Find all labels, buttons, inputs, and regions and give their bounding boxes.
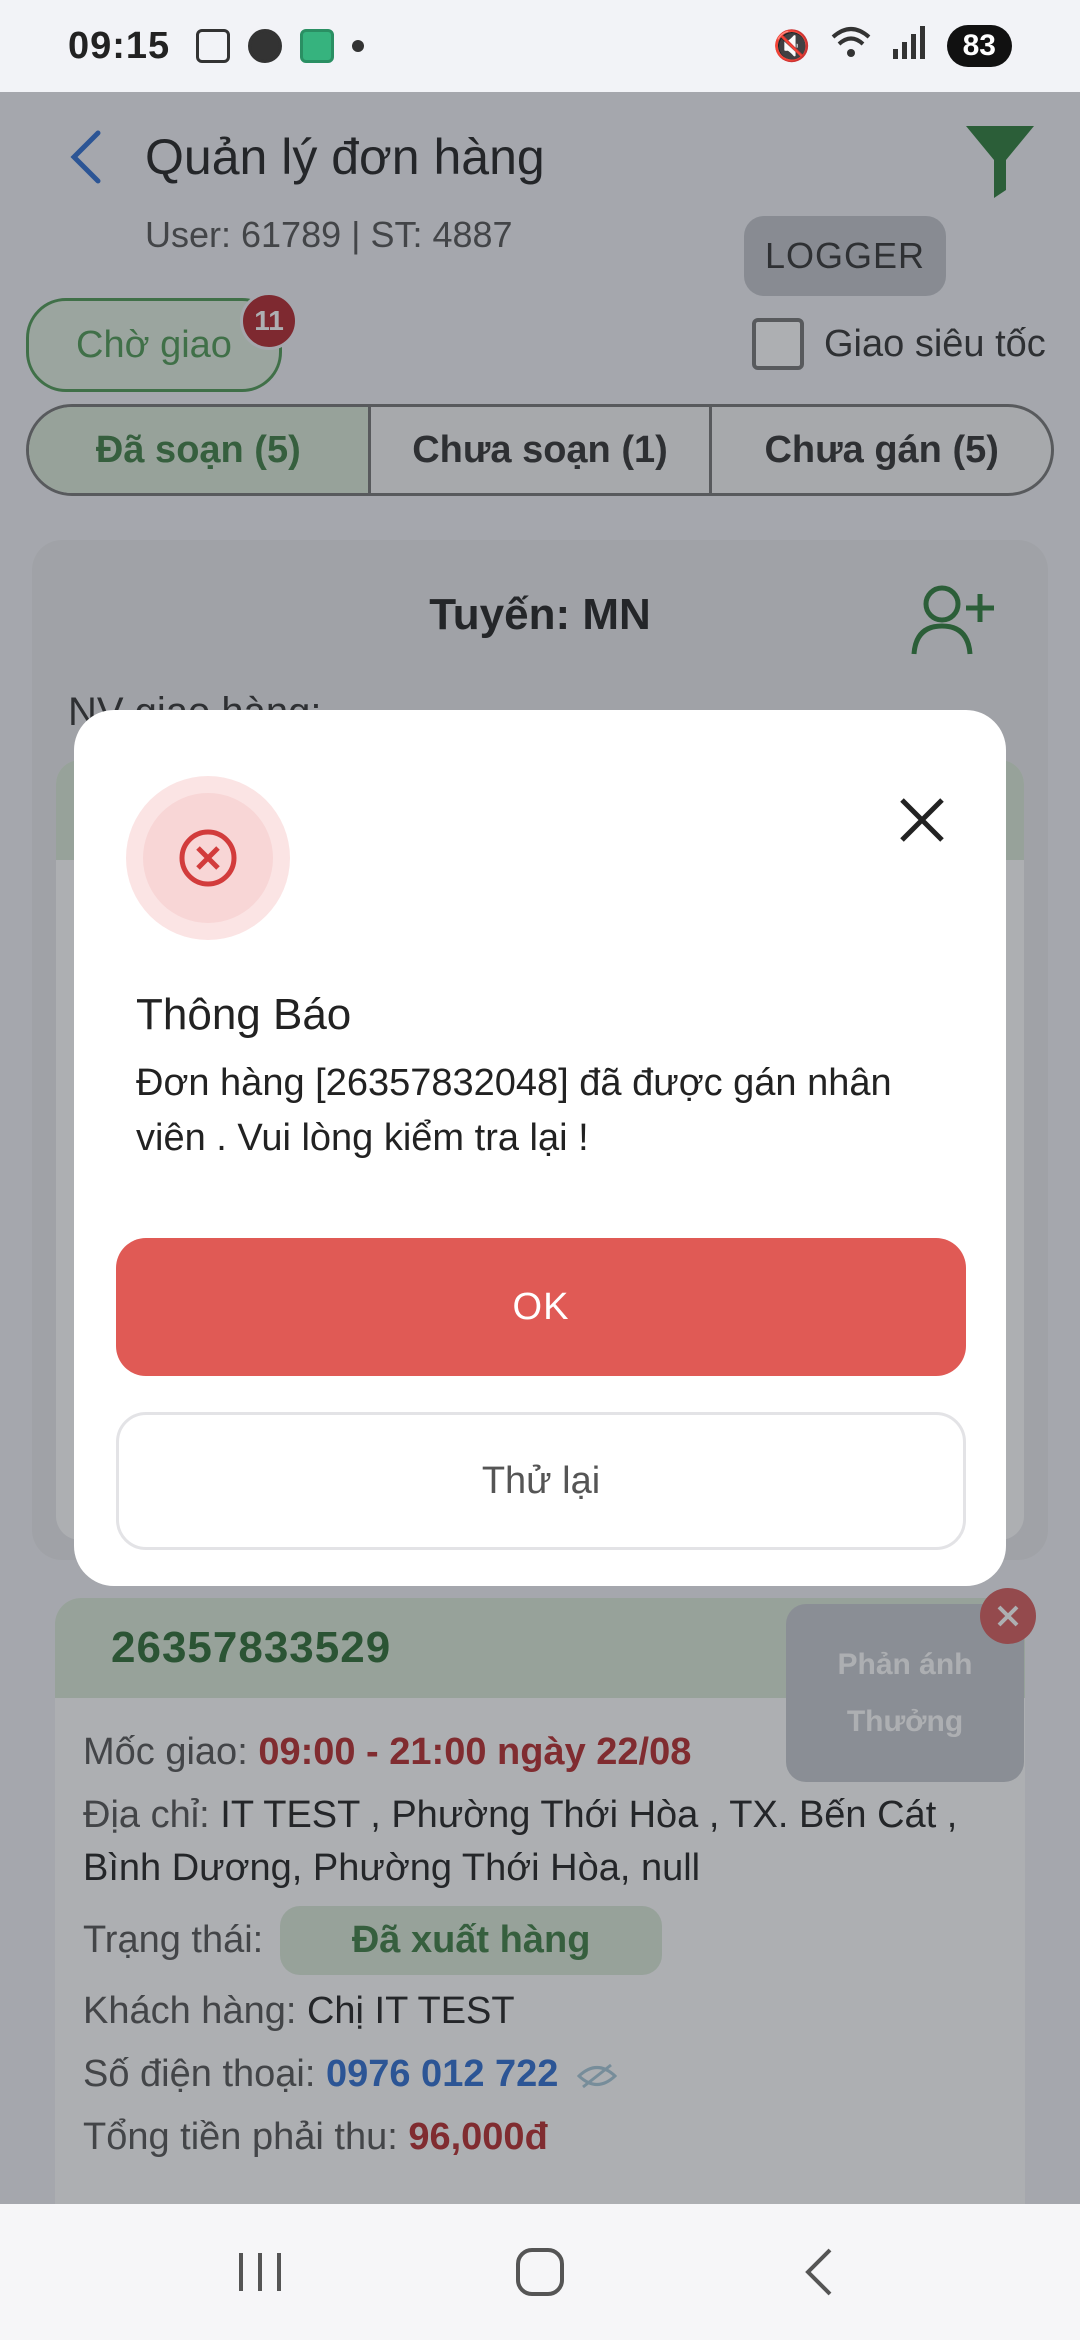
system-nav-bar — [0, 2204, 1080, 2340]
recent-apps-icon — [239, 2253, 281, 2291]
notification-dialog: Thông Báo Đơn hàng [26357832048] đã được… — [74, 710, 1006, 1586]
ok-button[interactable]: OK — [116, 1238, 966, 1376]
retry-button[interactable]: Thử lại — [116, 1412, 966, 1550]
error-icon-halo — [126, 776, 290, 940]
status-right-icons: 🔇 83 — [773, 25, 1012, 67]
wifi-icon — [831, 25, 871, 67]
line-icon — [248, 29, 283, 63]
screenshot-icon — [196, 29, 231, 63]
dot-icon — [352, 40, 365, 52]
home-button[interactable] — [495, 2227, 585, 2317]
dialog-title: Thông Báo — [136, 990, 352, 1039]
dialog-message: Đơn hàng [26357832048] đã được gán nhân … — [136, 1062, 892, 1160]
back-nav-button[interactable] — [775, 2227, 865, 2317]
signal-icon — [891, 25, 927, 67]
close-icon — [900, 798, 944, 842]
battery-indicator: 83 — [946, 25, 1012, 67]
recent-apps-button[interactable] — [215, 2227, 305, 2317]
app-icon — [300, 29, 335, 63]
status-bar: 09:15 🔇 83 — [0, 0, 1080, 92]
home-icon — [516, 2248, 564, 2296]
status-left-icons — [196, 29, 365, 63]
error-icon-bg — [143, 793, 273, 923]
dialog-close-button[interactable] — [892, 790, 952, 850]
status-time: 09:15 — [68, 24, 171, 67]
back-icon — [805, 2248, 832, 2296]
mute-icon: 🔇 — [773, 28, 811, 64]
error-icon — [179, 829, 237, 887]
